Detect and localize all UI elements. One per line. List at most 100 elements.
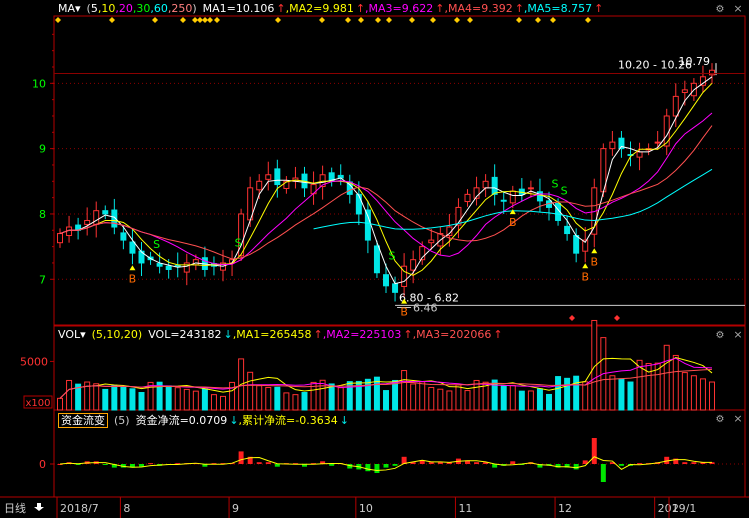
sell-signal: S — [552, 178, 559, 191]
flow-bar — [365, 464, 371, 472]
event-diamond-icon — [454, 17, 460, 23]
ma-line-1 — [59, 76, 713, 285]
flow-close-icon[interactable]: × — [733, 412, 742, 425]
volume-bar — [473, 379, 480, 411]
candle-body — [482, 180, 489, 189]
candle-body — [57, 233, 63, 244]
event-diamond-icon — [275, 17, 281, 23]
candle-body — [129, 241, 136, 254]
candle-body — [464, 193, 471, 203]
flow-bar — [682, 462, 688, 464]
event-diamond-icon — [569, 315, 575, 321]
price-close-icon[interactable]: × — [733, 2, 742, 15]
candle-body — [428, 239, 435, 244]
event-diamond-icon — [358, 17, 364, 23]
volume-unit-label: x100 — [25, 398, 50, 409]
volume-bar — [283, 392, 290, 411]
flow-tick-label: 0 — [39, 458, 46, 471]
sell-signal: S — [389, 250, 396, 263]
volume-bar — [690, 375, 697, 411]
volume-bar — [201, 388, 208, 411]
volume-bar — [672, 354, 679, 411]
sell-signal: S — [153, 238, 160, 251]
volume-settings-icon[interactable]: ⚙ — [716, 330, 725, 341]
candle-body — [93, 210, 100, 225]
flow-bar — [637, 463, 643, 465]
event-diamond-icon — [109, 17, 115, 23]
x-tick-label: 12 — [558, 502, 572, 515]
flow-bar — [102, 464, 108, 465]
event-diamond-icon — [345, 17, 351, 23]
volume-bar — [229, 381, 236, 411]
event-diamond-icon — [550, 17, 556, 23]
candle-body — [636, 151, 643, 158]
flow-bar — [591, 438, 597, 464]
candle-body — [509, 190, 516, 204]
volume-bar — [401, 370, 408, 411]
volume-bar — [518, 390, 525, 411]
volume-bar — [437, 388, 444, 411]
volume-bar — [618, 378, 625, 411]
flow-settings-icon[interactable]: ⚙ — [716, 414, 725, 425]
volume-bar — [120, 386, 127, 411]
volume-bar — [383, 390, 389, 411]
event-diamond-icon — [430, 17, 436, 23]
candle-body — [156, 263, 163, 267]
volume-bar — [527, 390, 534, 411]
flow-bar — [148, 463, 154, 465]
candle-body — [654, 141, 661, 144]
volume-bar — [645, 362, 652, 411]
volume-bar — [256, 385, 263, 411]
candle-body — [102, 210, 109, 215]
volume-bar — [220, 395, 226, 411]
volume-bar — [364, 378, 371, 411]
volume-bar — [663, 344, 670, 411]
x-tick-label: 8 — [123, 502, 130, 515]
event-diamond-icon — [207, 17, 213, 23]
period-selector[interactable]: 日线 — [4, 501, 26, 515]
volume-bar — [328, 383, 335, 411]
candle-body — [609, 141, 616, 150]
flow-bar — [274, 464, 280, 467]
flow-bars — [57, 438, 715, 482]
volume-tick-label: 5000 — [20, 355, 48, 368]
sell-signal: S — [561, 184, 568, 197]
range-high-label: 10.20 - 10.26 — [618, 59, 692, 72]
volume-bar — [57, 397, 63, 411]
candle-body — [709, 69, 715, 76]
candle-body — [663, 115, 670, 147]
volume-bar — [546, 393, 552, 411]
volume-bar — [392, 379, 399, 411]
candle-body — [500, 199, 507, 202]
buy-arrow-icon — [591, 248, 598, 254]
volume-bar — [500, 385, 507, 411]
flow-bar — [691, 462, 697, 464]
candle-body — [672, 95, 679, 117]
price-settings-icon[interactable]: ⚙ — [716, 4, 725, 15]
volume-bar — [165, 385, 172, 411]
flow-bar — [474, 462, 480, 464]
volume-bar — [573, 375, 580, 411]
stock-chart: ⚙ ×⚙ ×⚙ ×1098710.7910.20 - 10.266.80 - 6.82… — [0, 2, 749, 518]
flow-panel-frame — [53, 409, 746, 498]
low-price-label: 6.46 — [413, 301, 438, 314]
buy-arrow-icon — [129, 265, 136, 271]
volume-bar — [301, 392, 308, 411]
candle-body — [373, 245, 380, 274]
flow-bar — [392, 464, 398, 466]
x-tick-label: 2018/7 — [60, 502, 99, 515]
event-diamond-icon — [409, 17, 415, 23]
flow-bar — [374, 464, 380, 473]
event-diamond-icon — [180, 17, 186, 23]
buy-signal: B — [509, 216, 517, 229]
candle-body — [183, 262, 190, 273]
volume-bar — [582, 381, 589, 411]
candle-body — [383, 274, 389, 287]
volume-bar — [627, 381, 634, 411]
flow-bar — [573, 464, 579, 470]
x-tick-label: 11 — [458, 502, 472, 515]
volume-close-icon[interactable]: × — [733, 328, 742, 341]
volume-bar — [129, 388, 136, 411]
buy-signal: B — [591, 255, 599, 268]
candle-body — [355, 193, 362, 215]
